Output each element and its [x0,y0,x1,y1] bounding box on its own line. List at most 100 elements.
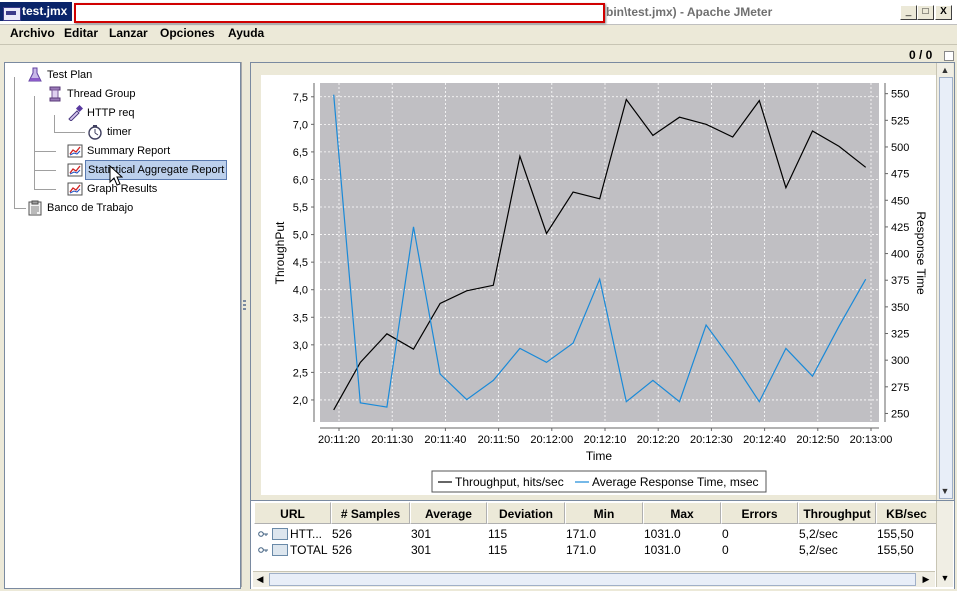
throughput-response-chart: 2,0 2,5 3,0 3,5 4,0 4,5 5,0 5,5 6,0 6,5 7,0 7,5 250… [273,83,928,493]
cell-samples: 526 [332,543,353,557]
y-left-tick-label: 5,5 [293,202,308,214]
cell-min: 171.0 [566,543,597,557]
cell-min: 171.0 [566,527,597,541]
chart-vertical-scrollbar[interactable]: ▲ ▼ [936,63,953,500]
split-pane-divider[interactable] [241,62,248,587]
y-right-tick-label: 425 [891,222,909,234]
cell-max: 1031.0 [644,543,681,557]
y-right-tick-label: 550 [891,89,909,101]
stopwatch-icon [88,125,102,140]
x-tick-label: 20:13:00 [850,434,893,446]
flask-icon [28,67,42,82]
title-bar: test.jmx bin\test.jmx) - Apache JMeter _… [0,0,957,25]
y-right-tick-label: 300 [891,355,909,367]
window-tab-title: test.jmx [22,4,68,18]
col-url[interactable]: URL [254,502,331,524]
chart-panel: 2,0 2,5 3,0 3,5 4,0 4,5 5,0 5,5 6,0 6,5 7,0 7,5 250… [261,75,937,495]
y-left-tick-label: 2,5 [293,367,308,379]
cell-url: HTT... [290,527,322,541]
x-tick-label: 20:12:30 [690,434,733,446]
y-axis-left-label: ThroughPut [273,221,287,284]
x-axis-label: Time [586,449,613,463]
x-tick-label: 20:11:50 [478,434,520,446]
clipboard-icon [28,200,42,216]
cell-deviation: 115 [488,527,508,541]
close-button[interactable]: X [935,5,952,20]
y-right-tick-label: 375 [891,275,909,287]
y-right-tick-label: 400 [891,249,909,261]
cell-average: 301 [411,527,432,541]
col-deviation[interactable]: Deviation [487,502,565,524]
table-vertical-scrollbar[interactable]: ▼ [936,501,953,587]
scroll-up-arrow-icon[interactable]: ▲ [939,64,951,76]
report-icon [67,144,83,158]
x-tick-label: 20:11:20 [318,434,360,446]
y-right-tick-label: 450 [891,195,909,207]
col-max[interactable]: Max [643,502,721,524]
tree-item-label: HTTP req [87,107,135,119]
cell-throughput: 5,2/sec [799,527,838,541]
col-kbsec[interactable]: KB/sec [876,502,937,524]
y-left-tick-label: 3,5 [293,312,308,324]
scrollbar-thumb[interactable] [939,77,953,499]
y-left-tick-label: 6,5 [293,147,308,159]
table-row[interactable]: TOTAL 526 301 115 171.0 1031.0 0 5,2/sec… [254,542,934,558]
cell-deviation: 115 [488,543,508,557]
y-left-tick-label: 4,5 [293,257,308,269]
x-tick-label: 20:12:00 [530,434,573,446]
report-panel: 2,0 2,5 3,0 3,5 4,0 4,5 5,0 5,5 6,0 6,5 7,0 7,5 250… [250,62,955,589]
jmeter-app-icon [3,7,21,21]
y-left-tick-label: 7,0 [293,119,308,131]
table-row[interactable]: HTT... 526 301 115 171.0 1031.0 0 5,2/se… [254,526,934,542]
scroll-right-arrow-icon[interactable]: ▶ [920,573,932,585]
col-min[interactable]: Min [565,502,643,524]
col-errors[interactable]: Errors [721,502,798,524]
menu-opciones[interactable]: Opciones [160,26,215,40]
menu-ayuda[interactable]: Ayuda [228,26,264,40]
menu-archivo[interactable]: Archivo [10,26,55,40]
x-tick-label: 20:12:10 [584,434,627,446]
y-right-tick-label: 325 [891,329,909,341]
menu-lanzar[interactable]: Lanzar [109,26,148,40]
x-tick-label: 20:11:30 [371,434,413,446]
menu-editar[interactable]: Editar [64,26,98,40]
window-title: bin\test.jmx) - Apache JMeter [606,5,773,19]
y-right-tick-label: 475 [891,169,909,181]
y-right-tick-label: 350 [891,302,909,314]
cell-errors: 0 [722,527,729,541]
maximize-button[interactable]: □ [917,5,934,20]
legend-response: Average Response Time, msec [592,475,759,489]
report-icon [67,182,83,196]
y-left-tick-label: 3,0 [293,340,308,352]
cell-throughput: 5,2/sec [799,543,838,557]
scroll-left-arrow-icon[interactable]: ◀ [254,573,266,585]
y-right-tick-label: 275 [891,382,909,394]
results-table: URL # Samples Average Deviation Min Max … [251,500,954,589]
tree-item-label: Banco de Trabajo [47,202,134,214]
folder-icon [272,544,288,556]
folder-icon [272,528,288,540]
scrollbar-thumb[interactable] [269,573,916,586]
y-left-tick-label: 2,0 [293,395,308,407]
window-tab[interactable]: test.jmx [0,2,72,21]
x-tick-label: 20:12:40 [743,434,786,446]
test-plan-tree: Test Plan Thread Group HTTP req timer Su… [4,62,241,589]
tree-item-label: Summary Report [87,145,171,157]
y-right-tick-label: 525 [891,115,909,127]
table-horizontal-scrollbar[interactable]: ◀ ▶ [253,571,935,587]
col-samples[interactable]: # Samples [331,502,410,524]
tree-item-label: Test Plan [47,69,93,81]
cell-url: TOTAL [290,543,328,557]
cell-kbsec: 155,50 [877,543,914,557]
key-icon [258,531,268,537]
x-tick-label: 20:12:20 [637,434,680,446]
cell-samples: 526 [332,527,353,541]
report-icon [67,163,83,177]
cell-average: 301 [411,543,432,557]
redacted-path-box [74,3,605,23]
col-throughput[interactable]: Throughput [798,502,876,524]
scroll-down-arrow-icon[interactable]: ▼ [939,573,951,585]
scroll-down-arrow-icon[interactable]: ▼ [939,485,951,497]
col-average[interactable]: Average [410,502,487,524]
minimize-button[interactable]: _ [900,5,917,20]
